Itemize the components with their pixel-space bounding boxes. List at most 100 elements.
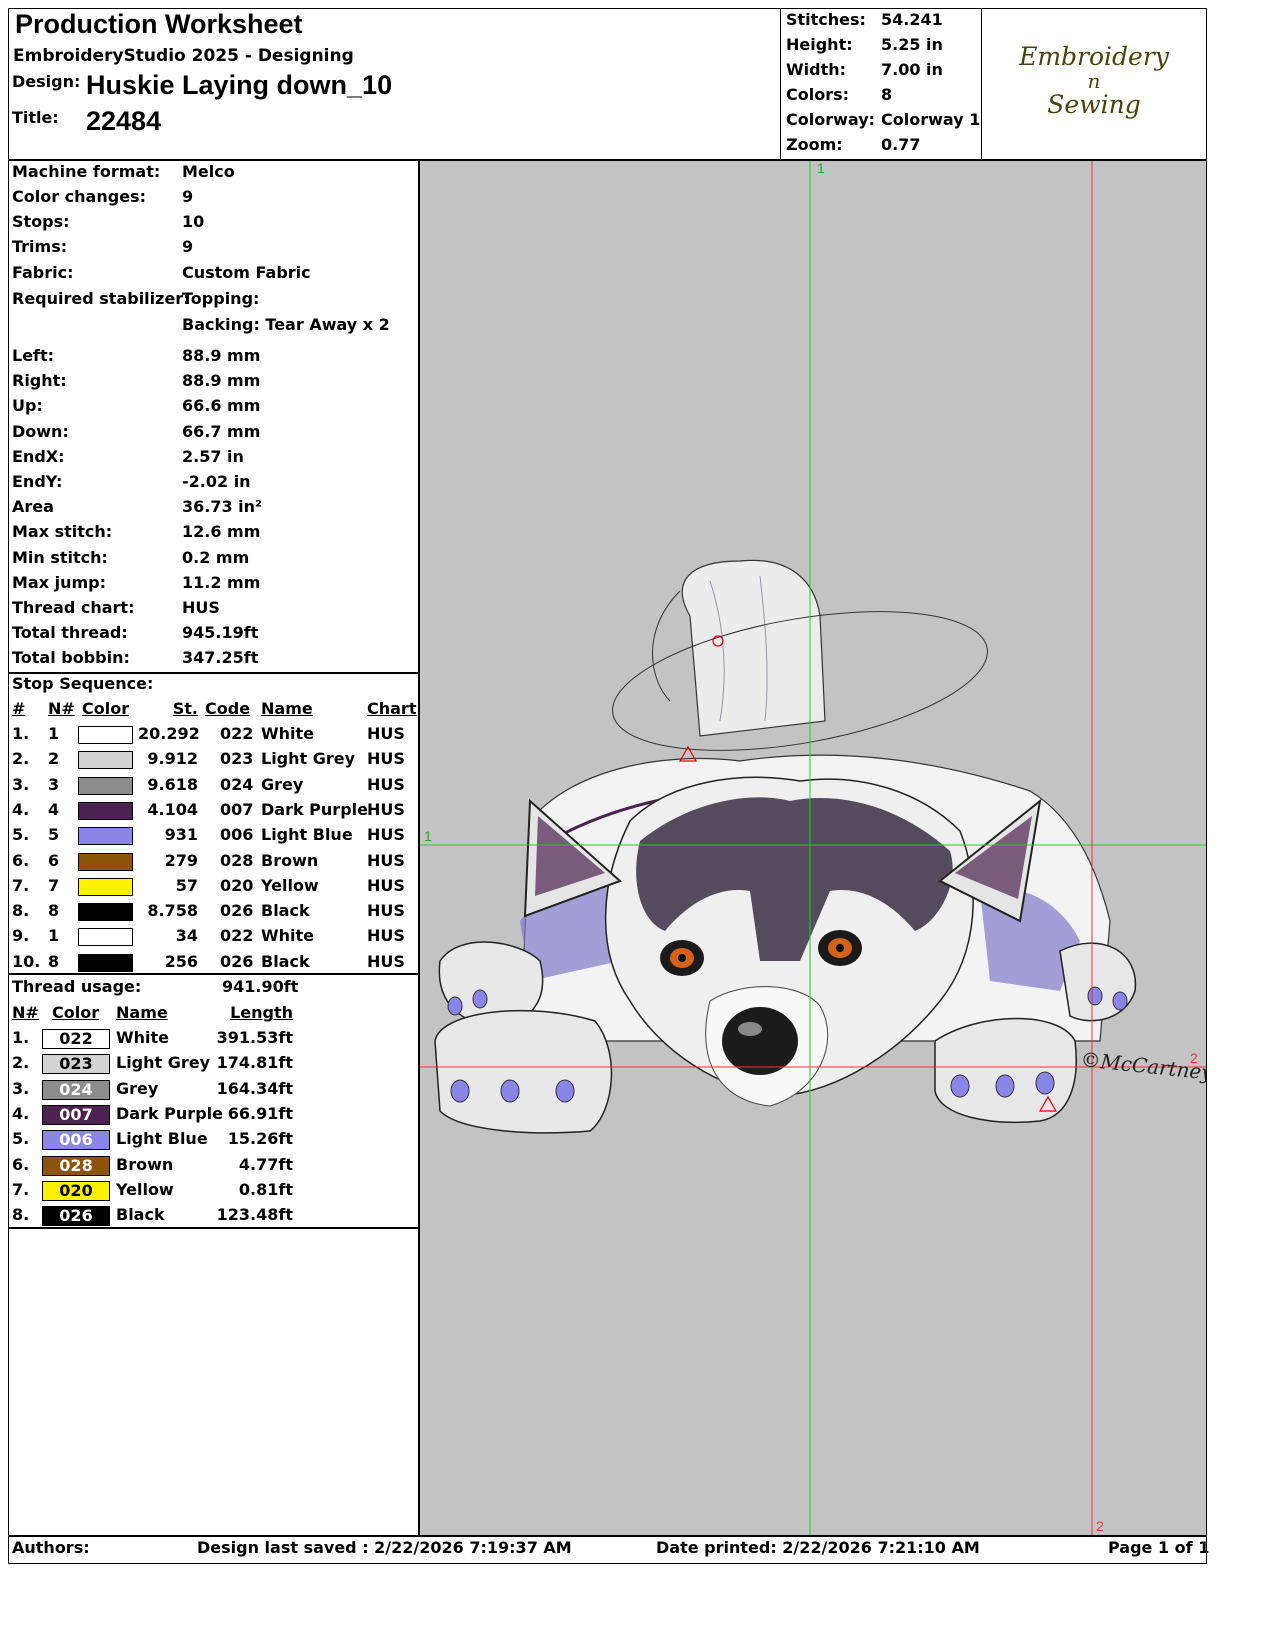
stop-row-chart: HUS	[367, 799, 405, 819]
stop-row-chart: HUS	[367, 774, 405, 794]
usage-row-name: Black	[116, 1205, 165, 1225]
usage-row-color-swatch: 020	[42, 1180, 110, 1201]
stop-row-code: 020	[220, 875, 254, 895]
guide-label-v2: 2	[1096, 1518, 1104, 1534]
stop-row-chart: HUS	[367, 926, 405, 946]
stat-stitches-value: 54.241	[881, 10, 943, 29]
stop-row-name: Black	[261, 951, 310, 971]
title-value: 22484	[86, 106, 162, 136]
stop-row-name: Brown	[261, 850, 319, 870]
machine-info-value: Melco	[182, 162, 235, 181]
stop-row-index: 1.	[12, 724, 30, 743]
stop-row-stitches: 34	[175, 926, 198, 946]
stop-row-index: 2.	[12, 749, 30, 769]
design-name: Huskie Laying down_10	[86, 70, 393, 100]
usage-header-n: N#	[12, 1003, 39, 1022]
usage-row-name: Light Blue	[116, 1129, 208, 1149]
machine-info-value: 10	[182, 212, 205, 231]
stop-row-code: 007	[220, 799, 254, 819]
usage-row-color-swatch: 024	[42, 1079, 110, 1100]
stop-row-needle: 4	[48, 799, 60, 819]
stop-row-color-swatch	[78, 877, 133, 896]
stop-row-chart: HUS	[367, 901, 405, 921]
usage-row-name: Brown	[116, 1154, 174, 1174]
stop-row-name: Light Grey	[261, 749, 356, 769]
measure-label: Down:	[12, 421, 69, 441]
stop-row-chart: HUS	[367, 724, 405, 743]
design-preview[interactable]: 1 1 2 2 ©McCartney	[420, 161, 1206, 1535]
stop-row-needle: 6	[48, 850, 60, 870]
stop-row-color-swatch	[78, 928, 133, 947]
machine-info-value: Backing: Tear Away x 2	[182, 315, 390, 334]
page-title: Production Worksheet	[15, 9, 303, 39]
measure-label: Up:	[12, 396, 43, 416]
stop-row-stitches: 4.104	[147, 799, 198, 819]
stop-row-stitches: 8.758	[147, 901, 198, 921]
stop-row-color-swatch	[78, 726, 133, 744]
stop-row-stitches: 9.912	[147, 749, 198, 769]
usage-row-color-swatch: 028	[42, 1155, 110, 1176]
measure-label: Total bobbin:	[12, 648, 130, 668]
stop-row-index: 9.	[12, 926, 30, 946]
stat-colors-label: Colors:	[786, 85, 850, 104]
stop-row-color-swatch	[78, 953, 133, 972]
stop-row-color-swatch	[78, 903, 133, 922]
usage-row-index: 4.	[12, 1103, 30, 1123]
usage-row-name: Dark Purple	[116, 1103, 223, 1123]
stop-header-chart: Chart	[367, 699, 417, 718]
stop-row-index: 6.	[12, 850, 30, 870]
border-right	[1206, 8, 1207, 1563]
usage-row-index: 2.	[12, 1053, 30, 1073]
stat-height-value: 5.25 in	[881, 35, 943, 54]
usage-row-length: 164.34ft	[216, 1078, 293, 1098]
measure-value: HUS	[182, 598, 220, 617]
usage-row-length: 391.53ft	[216, 1028, 293, 1047]
usage-divider	[8, 1227, 419, 1229]
machine-info-value: 9	[182, 237, 194, 256]
machine-info-label: Trims:	[12, 237, 68, 256]
stop-row-color-swatch	[78, 827, 133, 846]
usage-header-length: Length	[230, 1003, 293, 1022]
measure-label: EndX:	[12, 446, 65, 466]
stop-row-code: 026	[220, 951, 254, 971]
measure-label: Right:	[12, 371, 67, 391]
stop-row-code: 022	[220, 926, 254, 946]
stop-row-name: Yellow	[261, 875, 319, 895]
usage-row-length: 174.81ft	[216, 1053, 293, 1073]
border-left	[8, 8, 9, 1563]
stop-row-needle: 1	[48, 926, 60, 946]
footer-divider	[8, 1535, 1206, 1537]
stop-row-code: 006	[220, 825, 254, 845]
stop-row-code: 023	[220, 749, 254, 769]
stop-divider	[8, 973, 419, 975]
usage-row-index: 6.	[12, 1154, 30, 1174]
stop-row-stitches: 20.292	[138, 724, 200, 743]
stop-row-color-swatch	[78, 801, 133, 820]
measure-label: Min stitch:	[12, 547, 108, 567]
measure-value: 12.6 mm	[182, 522, 261, 542]
stat-width-label: Width:	[786, 60, 847, 79]
machine-info-label: Stops:	[12, 212, 70, 231]
usage-row-index: 3.	[12, 1078, 30, 1098]
stop-row-code: 026	[220, 901, 254, 921]
measure-value: 2.57 in	[182, 446, 244, 466]
footer-printed: Date printed: 2/22/2026 7:21:10 AM	[656, 1538, 980, 1557]
stop-row-chart: HUS	[367, 850, 405, 870]
measure-value: 347.25ft	[182, 648, 259, 668]
usage-row-length: 0.81ft	[238, 1179, 293, 1199]
usage-row-index: 5.	[12, 1129, 30, 1149]
stop-row-name: Grey	[261, 774, 304, 794]
usage-row-name: White	[116, 1028, 170, 1047]
stop-row-stitches: 256	[164, 951, 198, 971]
measure-label: Total thread:	[12, 623, 128, 643]
design-label: Design:	[12, 72, 81, 91]
measure-value: 36.73 in²	[182, 497, 263, 517]
stop-header-color: Color	[82, 699, 130, 718]
measure-label: EndY:	[12, 472, 63, 491]
machine-info-label: Color changes:	[12, 187, 146, 206]
stat-colorway-label: Colorway:	[786, 110, 876, 129]
logo-line-3: Sewing	[1047, 90, 1141, 119]
machine-info-label: Machine format:	[12, 162, 161, 181]
usage-row-length: 66.91ft	[227, 1103, 293, 1123]
stat-zoom-label: Zoom:	[786, 135, 843, 154]
